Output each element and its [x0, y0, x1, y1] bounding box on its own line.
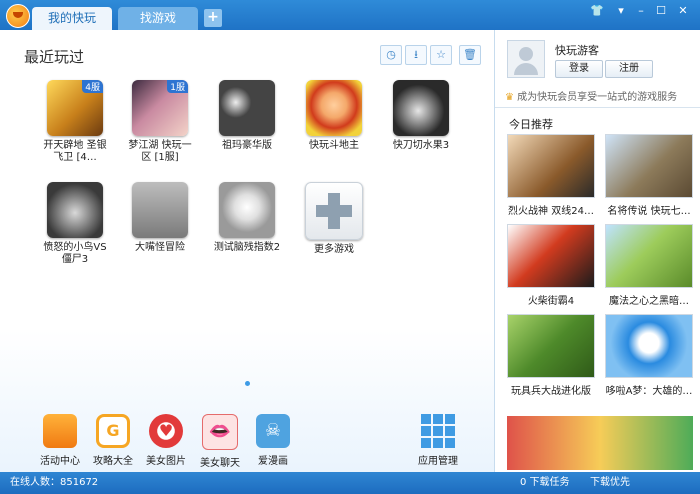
- game-icon: [47, 182, 103, 238]
- more-games-icon: [305, 182, 363, 240]
- server-badge: 4服: [82, 80, 103, 93]
- avatar[interactable]: [507, 40, 545, 78]
- menu-icon[interactable]: ▾: [612, 3, 630, 19]
- game-label: 更多游戏: [314, 244, 354, 255]
- game-label: 梦江湖 快玩一区 [1服]: [128, 140, 192, 163]
- maximize-icon[interactable]: ☐: [652, 3, 670, 19]
- comics-button[interactable]: ☠ 爱漫画: [246, 414, 300, 467]
- bottom-label: 美女聊天: [200, 458, 240, 469]
- bottom-label: 活动中心: [40, 456, 80, 467]
- game-label: 快刀切水果3: [392, 140, 450, 151]
- game-icon: [219, 182, 275, 238]
- game-item[interactable]: 祖玛豪华版: [212, 80, 282, 152]
- recommend-image: [507, 224, 595, 288]
- recommend-label: 烈火战神 双线24…: [508, 206, 594, 217]
- app-logo-icon: [6, 4, 30, 28]
- status-bar: 在线人数：851672 0 下载任务 下载优先: [0, 472, 700, 494]
- game-icon: [132, 182, 188, 238]
- recommend-image: [605, 134, 693, 198]
- recommend-item[interactable]: 玩具兵大战进化版: [507, 314, 595, 397]
- game-item[interactable]: 愤怒的小鸟VS僵尸3: [40, 182, 110, 266]
- game-item[interactable]: 快刀切水果3: [386, 80, 456, 152]
- minimize-icon[interactable]: –: [632, 3, 650, 19]
- server-badge: 1服: [167, 80, 188, 93]
- tab-find-games[interactable]: 找游戏: [118, 7, 198, 30]
- heart-icon: ♥: [149, 414, 183, 448]
- game-label: 祖玛豪华版: [222, 140, 272, 151]
- recent-games-panel: 最近玩过 ◷ ⭳ ☆ 🗑 4服 开天辟地 圣银飞卫 [4… 1服 梦江湖 快玩一…: [0, 30, 495, 472]
- activity-center-button[interactable]: 活动中心: [33, 414, 87, 467]
- bottom-label: 应用管理: [418, 456, 458, 467]
- guide-g-icon: G: [96, 414, 130, 448]
- divider: [495, 107, 700, 108]
- page-indicator[interactable]: [245, 381, 250, 386]
- game-item[interactable]: 快玩斗地主: [299, 80, 369, 152]
- tab-my-games[interactable]: 我的快玩: [32, 7, 112, 30]
- download-priority[interactable]: 下载优先: [590, 472, 630, 494]
- star-icon[interactable]: ☆: [430, 45, 452, 65]
- game-icon: [393, 80, 449, 136]
- lips-icon: 👄: [202, 414, 238, 450]
- download-tasks[interactable]: 0 下载任务: [520, 472, 570, 494]
- bottom-label: 美女图片: [146, 456, 186, 467]
- game-item[interactable]: 更多游戏: [299, 182, 369, 256]
- game-item[interactable]: 4服 开天辟地 圣银飞卫 [4…: [40, 80, 110, 164]
- recommend-label: 火柴街霸4: [527, 296, 575, 307]
- username: 快玩游客: [555, 44, 599, 57]
- bottom-label: 攻略大全: [93, 456, 133, 467]
- clock-icon[interactable]: ◷: [380, 45, 402, 65]
- bottom-label: 爱漫画: [258, 456, 288, 467]
- promo-banner[interactable]: [507, 416, 693, 470]
- grid-icon: [421, 414, 455, 448]
- recommend-image: [507, 314, 595, 378]
- game-label: 快玩斗地主: [309, 140, 359, 151]
- close-icon[interactable]: ✕: [674, 3, 692, 19]
- shirt-icon[interactable]: 👕: [588, 3, 606, 19]
- vip-promo[interactable]: ♛ 成为快玩会员享受一站式的游戏服务: [505, 88, 677, 103]
- guides-button[interactable]: G 攻略大全: [86, 414, 140, 467]
- app-management-button[interactable]: 应用管理: [411, 414, 465, 467]
- recommend-image: [605, 224, 693, 288]
- recommend-item[interactable]: 哆啦A梦：大雄的…: [605, 314, 693, 397]
- register-button[interactable]: 注册: [605, 60, 653, 78]
- recommend-item[interactable]: 烈火战神 双线24…: [507, 134, 595, 217]
- game-label: 愤怒的小鸟VS僵尸3: [43, 242, 107, 265]
- game-item[interactable]: 测试脑残指数2: [212, 182, 282, 254]
- beauty-chat-button[interactable]: 👄 美女聊天: [193, 414, 247, 469]
- section-title: 最近玩过: [24, 48, 85, 66]
- recommend-image: [507, 134, 595, 198]
- gift-icon: [43, 414, 77, 448]
- download-icon[interactable]: ⭳: [405, 45, 427, 65]
- app-window: 我的快玩 找游戏 + 👕 ▾ – ☐ ✕ 最近玩过 ◷ ⭳ ☆ 🗑 4服 开天辟…: [0, 0, 700, 494]
- recommend-item[interactable]: 名将传说 快玩七…: [605, 134, 693, 217]
- recommend-label: 名将传说 快玩七…: [607, 206, 691, 217]
- online-count: 在线人数：851672: [10, 477, 99, 488]
- game-icon: [306, 80, 362, 136]
- trash-icon[interactable]: 🗑: [459, 45, 481, 65]
- recommend-title: 今日推荐: [509, 118, 553, 131]
- game-label: 开天辟地 圣银飞卫 [4…: [43, 140, 107, 163]
- game-label: 大嘴怪冒险: [135, 242, 185, 253]
- vip-text: 成为快玩会员享受一站式的游戏服务: [517, 92, 678, 103]
- game-icon: [219, 80, 275, 136]
- game-icon: 1服: [132, 80, 188, 136]
- game-label: 测试脑残指数2: [213, 242, 281, 253]
- login-button[interactable]: 登录: [555, 60, 603, 78]
- recommend-label: 玩具兵大战进化版: [511, 386, 591, 397]
- crown-icon: ♛: [505, 92, 514, 103]
- add-tab-button[interactable]: +: [204, 9, 222, 27]
- recommend-item[interactable]: 火柴街霸4: [507, 224, 595, 307]
- beauty-pictures-button[interactable]: ♥ 美女图片: [139, 414, 193, 467]
- skull-icon: ☠: [256, 414, 290, 448]
- recommend-image: [605, 314, 693, 378]
- recommend-item[interactable]: 魔法之心之黑暗…: [605, 224, 693, 307]
- recommend-label: 哆啦A梦：大雄的…: [605, 386, 693, 397]
- recommend-label: 魔法之心之黑暗…: [609, 296, 689, 307]
- title-bar: 我的快玩 找游戏 + 👕 ▾ – ☐ ✕: [0, 0, 700, 30]
- game-icon: 4服: [47, 80, 103, 136]
- game-item[interactable]: 1服 梦江湖 快玩一区 [1服]: [125, 80, 195, 164]
- side-panel: 快玩游客 登录 注册 ♛ 成为快玩会员享受一站式的游戏服务 今日推荐 烈火战神 …: [495, 30, 700, 472]
- game-item[interactable]: 大嘴怪冒险: [125, 182, 195, 254]
- app-bar: 活动中心 G 攻略大全 ♥ 美女图片 👄 美女聊天 ☠ 爱漫画 应用管理: [0, 410, 494, 472]
